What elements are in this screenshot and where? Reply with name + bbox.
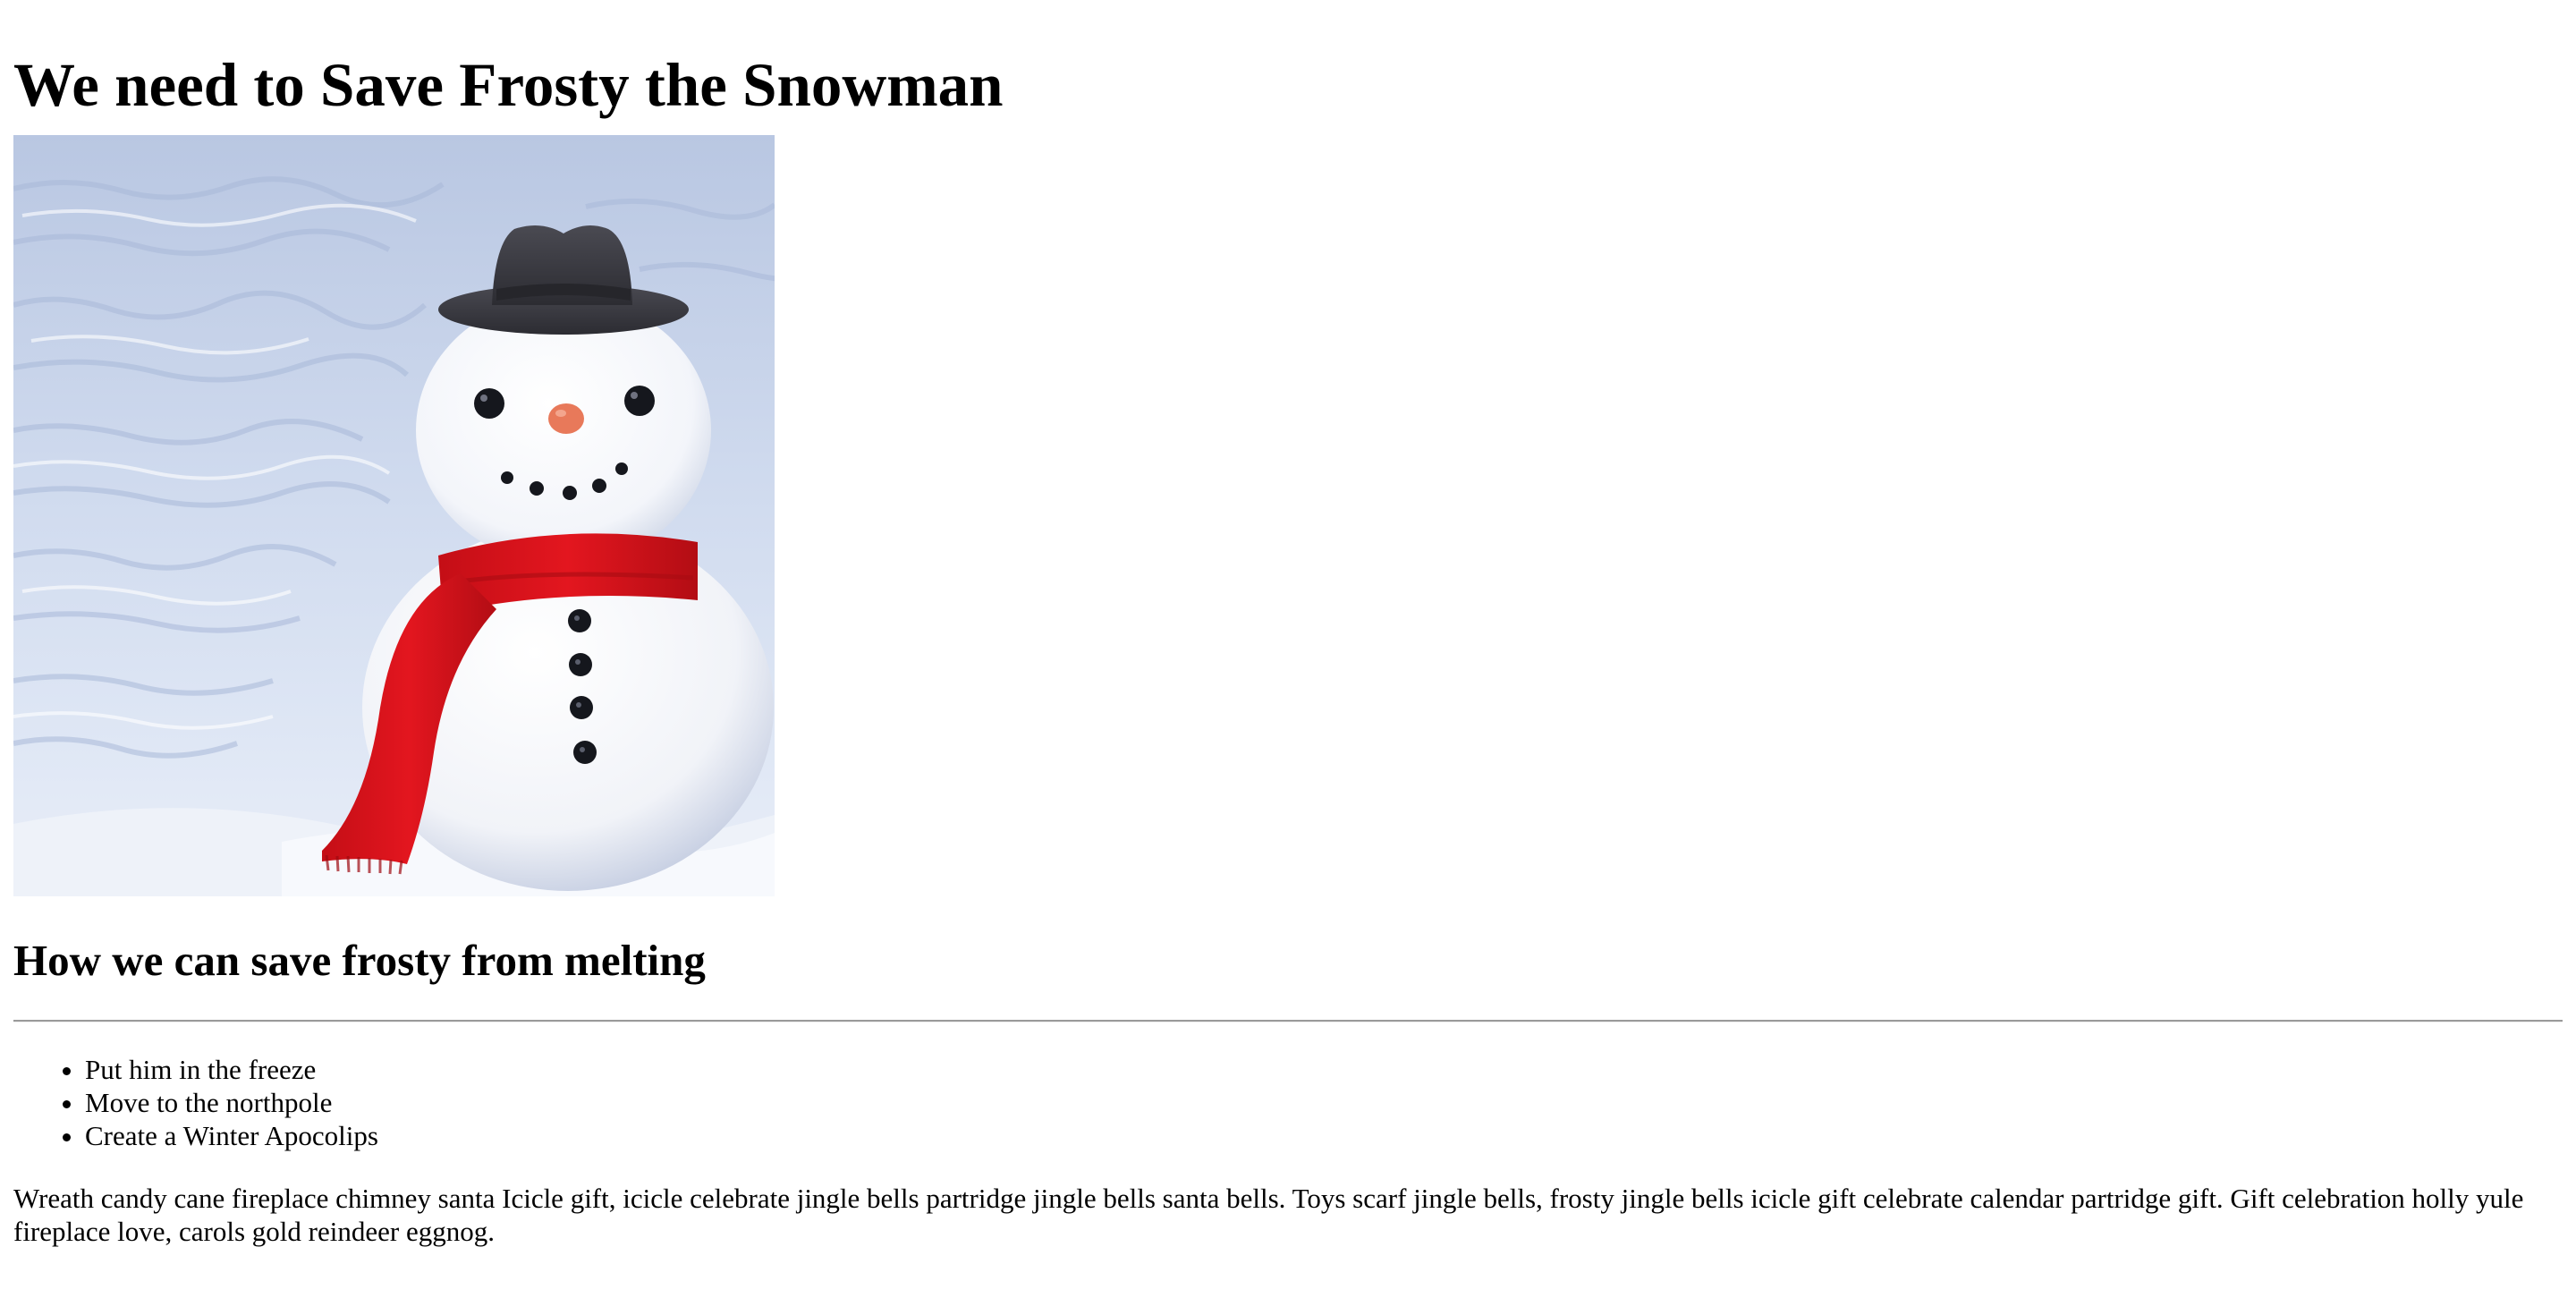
list-item: Create a Winter Apocolips <box>85 1119 2563 1152</box>
list-item: Put him in the freeze <box>85 1053 2563 1086</box>
list-item: Move to the northpole <box>85 1086 2563 1119</box>
body-paragraph: Wreath candy cane fireplace chimney sant… <box>13 1183 2524 1247</box>
tips-list: Put him in the freeze Move to the northp… <box>13 1053 2563 1152</box>
snowman-image <box>13 135 775 896</box>
page-title: We need to Save Frosty the Snowman <box>13 51 1004 119</box>
divider <box>13 1020 2563 1022</box>
page-content: We need to Save Frosty the Snowman How w… <box>13 0 2563 1248</box>
section-heading: How we can save frosty from melting <box>13 936 706 985</box>
